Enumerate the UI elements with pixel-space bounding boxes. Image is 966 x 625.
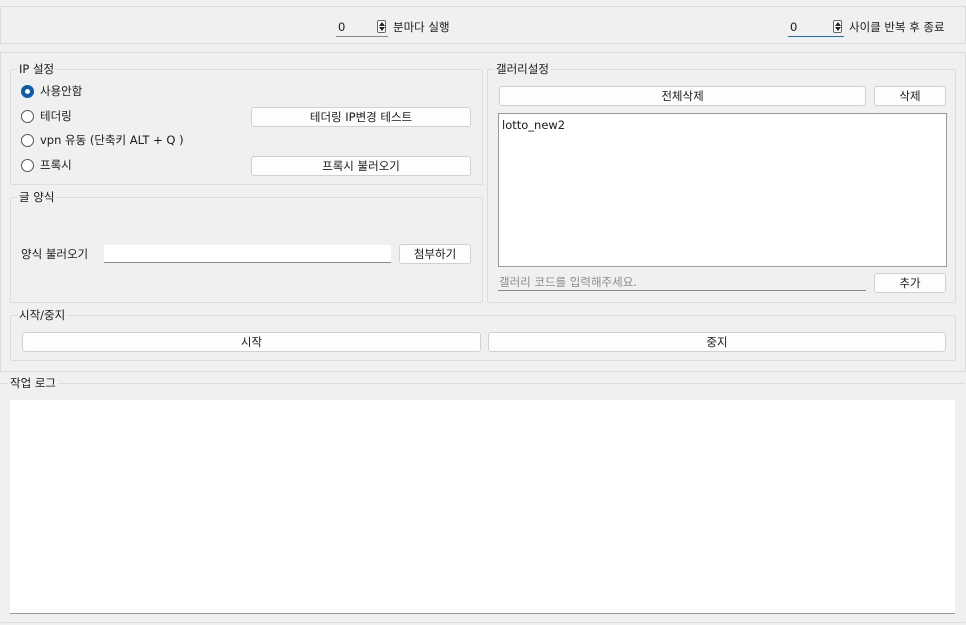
interval-spinbox[interactable]: 0 (336, 17, 388, 37)
radio-vpn[interactable] (21, 134, 34, 147)
gallery-settings-title: 갤러리설정 (494, 62, 551, 76)
start-stop-title: 시작/중지 (17, 308, 68, 322)
list-item[interactable]: lotto_new2 (502, 118, 565, 132)
start-stop-group: 시작/중지 시작 중지 (10, 308, 956, 361)
log-textarea[interactable] (10, 400, 955, 614)
gallery-list[interactable]: lotto_new2 (498, 113, 947, 267)
ip-settings-title: IP 설정 (17, 62, 57, 76)
top-bar: 0 분마다 실행 0 사이클 반복 후 종료 (0, 6, 966, 44)
tether-test-button[interactable]: 테더링 IP변경 테스트 (251, 107, 471, 127)
cycles-value: 0 (790, 20, 798, 34)
proxy-load-button[interactable]: 프록시 불러오기 (251, 156, 471, 176)
format-file-input[interactable] (104, 245, 391, 263)
cycles-label: 사이클 반복 후 종료 (849, 20, 945, 34)
start-button[interactable]: 시작 (22, 332, 481, 352)
radio-none[interactable] (21, 85, 34, 98)
spin-arrows-icon[interactable] (377, 20, 386, 33)
log-group: 작업 로그 (0, 376, 966, 623)
gallery-code-input[interactable]: 갤러리 코드를 입력해주세요. (498, 273, 866, 291)
radio-vpn-label[interactable]: vpn 유동 (단축키 ALT + Q ) (40, 132, 184, 148)
cycles-spinbox[interactable]: 0 (788, 17, 844, 37)
post-format-title: 글 양식 (17, 190, 57, 204)
add-button[interactable]: 추가 (874, 273, 946, 293)
post-format-group: 글 양식 양식 불러오기 첨부하기 (10, 190, 483, 303)
delete-all-button[interactable]: 전체삭제 (499, 86, 866, 106)
settings-frame: IP 설정 사용안함 테더링 vpn 유동 (단축키 ALT + Q ) 프록시… (0, 52, 966, 372)
radio-none-label[interactable]: 사용안함 (40, 83, 82, 99)
gallery-code-placeholder: 갤러리 코드를 입력해주세요. (499, 275, 637, 289)
stop-button[interactable]: 중지 (488, 332, 946, 352)
radio-proxy-label[interactable]: 프록시 (40, 157, 72, 173)
format-load-label: 양식 불러오기 (21, 247, 89, 261)
delete-button[interactable]: 삭제 (874, 86, 946, 106)
interval-value: 0 (338, 20, 346, 34)
radio-tethering-label[interactable]: 테더링 (40, 108, 72, 124)
spin-arrows-icon[interactable] (833, 20, 842, 33)
log-title: 작업 로그 (8, 376, 58, 390)
interval-label: 분마다 실행 (393, 20, 450, 34)
attach-button[interactable]: 첨부하기 (399, 244, 471, 264)
radio-tethering[interactable] (21, 110, 34, 123)
gallery-settings-group: 갤러리설정 전체삭제 삭제 lotto_new2 갤러리 코드를 입력해주세요.… (487, 62, 956, 303)
ip-settings-group: IP 설정 사용안함 테더링 vpn 유동 (단축키 ALT + Q ) 프록시… (10, 62, 483, 185)
radio-proxy[interactable] (21, 159, 34, 172)
